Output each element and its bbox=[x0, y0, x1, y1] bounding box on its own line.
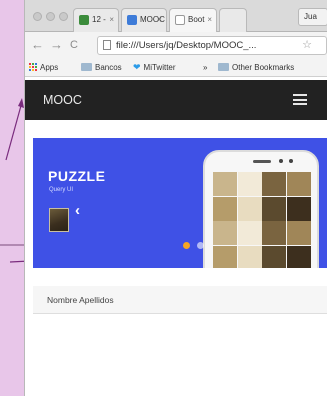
puzzle-tile[interactable] bbox=[262, 221, 286, 245]
bookmark-other-label: Other Bookmarks bbox=[232, 63, 295, 72]
drive-favicon-icon bbox=[79, 15, 89, 25]
carousel: PUZZLE Query UI ‹ › bbox=[33, 138, 327, 268]
bookmark-bancos[interactable]: Bancos bbox=[81, 59, 122, 76]
back-button[interactable]: ← bbox=[31, 37, 44, 53]
carousel-prev-arrow[interactable]: ‹ bbox=[75, 202, 80, 219]
new-tab-button[interactable] bbox=[219, 8, 247, 32]
puzzle-tile[interactable] bbox=[262, 245, 286, 268]
mona-lisa-thumbnail[interactable] bbox=[49, 208, 69, 232]
forward-button[interactable]: → bbox=[50, 37, 63, 53]
address-text: file:///Users/jq/Desktop/MOOC_... bbox=[116, 40, 257, 51]
bookmark-mitwitter-label: MiTwitter bbox=[143, 63, 176, 72]
address-bar[interactable]: file:///Users/jq/Desktop/MOOC_... ☆ bbox=[97, 36, 327, 55]
bookmarks-bar: Apps Bancos ❤ MiTwitter » Other Bookmarks bbox=[25, 59, 327, 77]
mooc-favicon-icon bbox=[127, 15, 137, 25]
puzzle-tile[interactable] bbox=[237, 196, 262, 221]
puzzle-tile[interactable] bbox=[286, 172, 311, 196]
close-window-icon[interactable] bbox=[33, 12, 42, 21]
tab-2[interactable]: MOOC × bbox=[121, 8, 167, 32]
browser-window: 12 - × MOOC × Boot × Jua ← → C file:///U… bbox=[24, 0, 327, 396]
carousel-indicators bbox=[183, 236, 207, 254]
tab-2-close-icon[interactable]: × bbox=[157, 9, 162, 31]
puzzle-tile[interactable] bbox=[213, 172, 237, 196]
carousel-dot-active[interactable] bbox=[183, 242, 190, 249]
tab-3-close-icon[interactable]: × bbox=[207, 9, 212, 31]
tab-1-label: 12 - bbox=[92, 15, 106, 24]
bookmarks-overflow-button[interactable]: » bbox=[203, 59, 207, 76]
slide-gradient bbox=[33, 138, 163, 268]
carousel-dot[interactable] bbox=[197, 242, 205, 249]
apps-grid-icon bbox=[29, 63, 37, 71]
hamburger-menu-icon[interactable] bbox=[293, 94, 307, 105]
twitter-bird-icon: ❤ bbox=[133, 62, 141, 72]
puzzle-tile[interactable] bbox=[262, 172, 286, 196]
puzzle-tile[interactable] bbox=[213, 196, 237, 221]
minimize-window-icon[interactable] bbox=[46, 12, 55, 21]
bookmark-other[interactable]: Other Bookmarks bbox=[218, 59, 294, 76]
page-icon bbox=[103, 40, 111, 50]
user-profile-button[interactable]: Jua bbox=[298, 8, 327, 26]
star-icon[interactable]: ☆ bbox=[302, 37, 312, 54]
puzzle-tile[interactable] bbox=[237, 221, 262, 245]
phone-camera bbox=[279, 159, 283, 163]
app-header: MOOC bbox=[25, 80, 327, 120]
puzzle-tile[interactable] bbox=[237, 172, 262, 196]
puzzle-tile[interactable] bbox=[237, 245, 262, 268]
page-favicon-icon bbox=[175, 15, 185, 25]
phone-speaker bbox=[253, 160, 271, 163]
tab-3-label: Boot bbox=[188, 15, 205, 24]
folder-icon bbox=[218, 63, 229, 71]
bookmark-bancos-label: Bancos bbox=[95, 63, 122, 72]
profile-name-card: Nombre Apellidos bbox=[33, 286, 327, 314]
folder-icon bbox=[81, 63, 92, 71]
slide-subtitle: Query UI bbox=[49, 187, 74, 193]
puzzle-tile[interactable] bbox=[213, 245, 237, 268]
tab-3[interactable]: Boot × bbox=[169, 8, 217, 32]
tab-strip: 12 - × MOOC × Boot × Jua bbox=[25, 0, 327, 32]
app-title: MOOC bbox=[43, 93, 82, 107]
phone-mockup bbox=[203, 150, 319, 268]
puzzle-board bbox=[213, 172, 311, 268]
puzzle-tile[interactable] bbox=[286, 245, 311, 268]
puzzle-tile[interactable] bbox=[262, 196, 286, 221]
profile-name: Nombre Apellidos bbox=[47, 295, 114, 305]
slide-title: PUZZLE bbox=[48, 168, 106, 184]
toolbar: ← → C file:///Users/jq/Desktop/MOOC_... … bbox=[25, 32, 327, 59]
tab-1-close-icon[interactable]: × bbox=[109, 9, 114, 31]
puzzle-tile[interactable] bbox=[213, 221, 237, 245]
maximize-window-icon[interactable] bbox=[59, 12, 68, 21]
puzzle-tile[interactable] bbox=[286, 221, 311, 245]
puzzle-tile[interactable] bbox=[286, 196, 311, 221]
phone-sensor bbox=[289, 159, 293, 163]
bookmark-mitwitter[interactable]: ❤ MiTwitter bbox=[133, 59, 176, 76]
bookmark-apps[interactable]: Apps bbox=[29, 59, 58, 76]
reload-button[interactable]: C bbox=[70, 37, 78, 53]
bookmark-apps-label: Apps bbox=[40, 63, 59, 72]
tab-1[interactable]: 12 - × bbox=[73, 8, 119, 32]
